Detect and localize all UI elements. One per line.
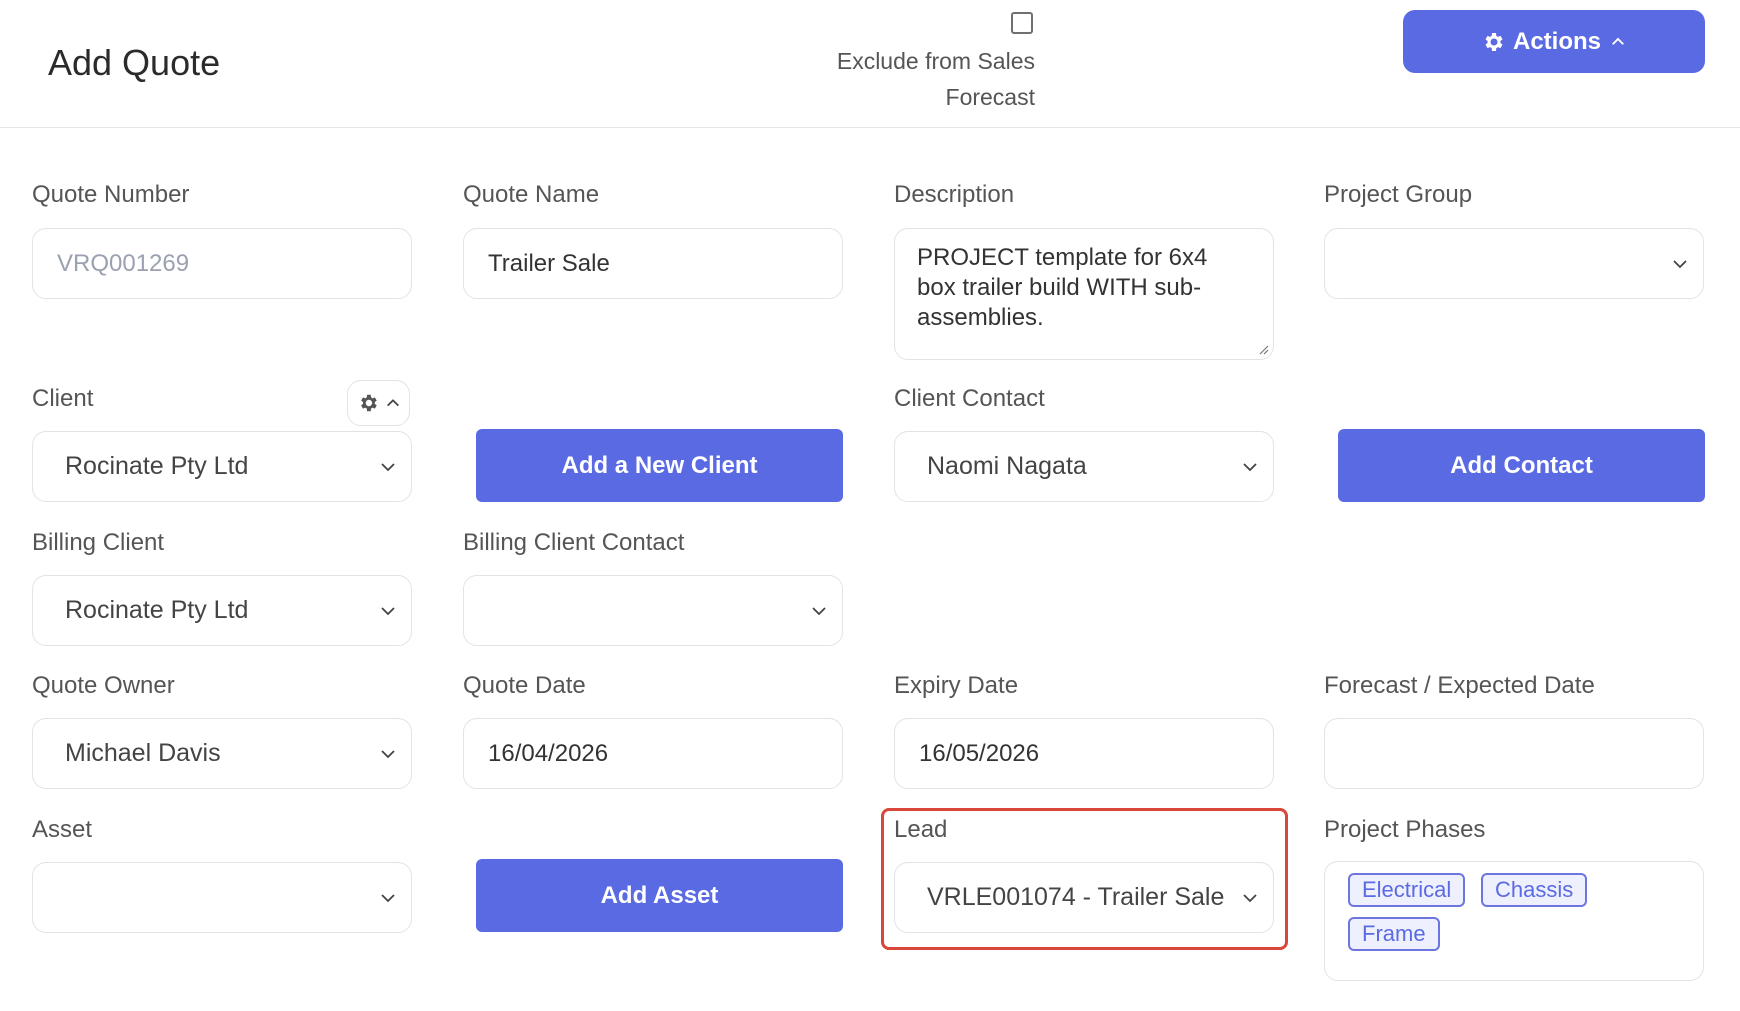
lead-select[interactable]: VRLE001074 - Trailer Sale [894,862,1274,933]
chevron-down-icon [381,894,395,903]
quote-owner-label: Quote Owner [32,672,175,699]
client-label: Client [32,385,94,412]
quote-owner-select[interactable]: Michael Davis [32,718,412,789]
chevron-down-icon [1243,463,1257,472]
chevron-up-icon [1612,37,1624,45]
actions-button[interactable]: Actions [1403,10,1705,73]
chevron-down-icon [381,463,395,472]
add-asset-button[interactable]: Add Asset [476,859,843,932]
expiry-date-label: Expiry Date [894,672,1019,699]
chevron-down-icon [381,607,395,616]
expiry-date-field[interactable]: 16/05/2026 [894,718,1274,789]
gear-icon [360,394,377,412]
chevron-up-icon [386,399,399,407]
quote-date-label: Quote Date [463,672,586,699]
actions-button-label: Actions [1512,27,1601,55]
quote-number-label: Quote Number [32,181,190,208]
client-settings-toggle[interactable] [347,380,410,426]
client-select[interactable]: Rocinate Pty Ltd [32,431,412,502]
billing-client-contact-select[interactable] [463,575,843,646]
chevron-down-icon [1243,894,1257,903]
billing-client-label: Billing Client [32,529,165,556]
chevron-down-icon [1673,260,1687,269]
exclude-forecast-label: Exclude from Sales Forecast [836,48,1035,110]
chevron-down-icon [381,750,395,759]
page-header: Add Quote Exclude from Sales Forecast Ac… [0,0,1740,128]
exclude-forecast-checkbox[interactable] [1011,12,1033,34]
lead-label: Lead [894,816,948,843]
add-client-button[interactable]: Add a New Client [476,429,843,502]
project-phases-label: Project Phases [1324,816,1486,843]
client-contact-select[interactable]: Naomi Nagata [894,431,1274,502]
forecast-date-label: Forecast / Expected Date [1324,672,1595,699]
exclude-forecast-group: Exclude from Sales Forecast [780,12,1035,115]
gear-icon [1485,32,1503,51]
quote-number-field[interactable]: VRQ001269 [32,228,412,299]
client-contact-label: Client Contact [894,385,1045,412]
billing-client-contact-label: Billing Client Contact [463,529,685,556]
page-title: Add Quote [48,42,221,83]
quote-date-field[interactable]: 16/04/2026 [463,718,843,789]
quote-name-field[interactable]: Trailer Sale [463,228,843,299]
chevron-down-icon [812,607,826,616]
asset-label: Asset [32,816,93,843]
quote-name-label: Quote Name [463,181,600,208]
billing-client-select[interactable]: Rocinate Pty Ltd [32,575,412,646]
project-group-label: Project Group [1324,181,1473,208]
phase-chip-chassis[interactable]: Chassis [1481,873,1588,907]
project-group-select[interactable] [1324,228,1704,299]
description-field[interactable]: PROJECT template for 6x4 box trailer bui… [894,228,1274,360]
description-label: Description [894,181,1015,208]
resize-handle-icon[interactable] [1257,343,1269,355]
asset-select[interactable] [32,862,412,933]
phase-chip-frame[interactable]: Frame [1348,917,1440,951]
phase-chip-electrical[interactable]: Electrical [1348,873,1466,907]
add-contact-button[interactable]: Add Contact [1338,429,1705,502]
forecast-date-field[interactable] [1324,718,1704,789]
